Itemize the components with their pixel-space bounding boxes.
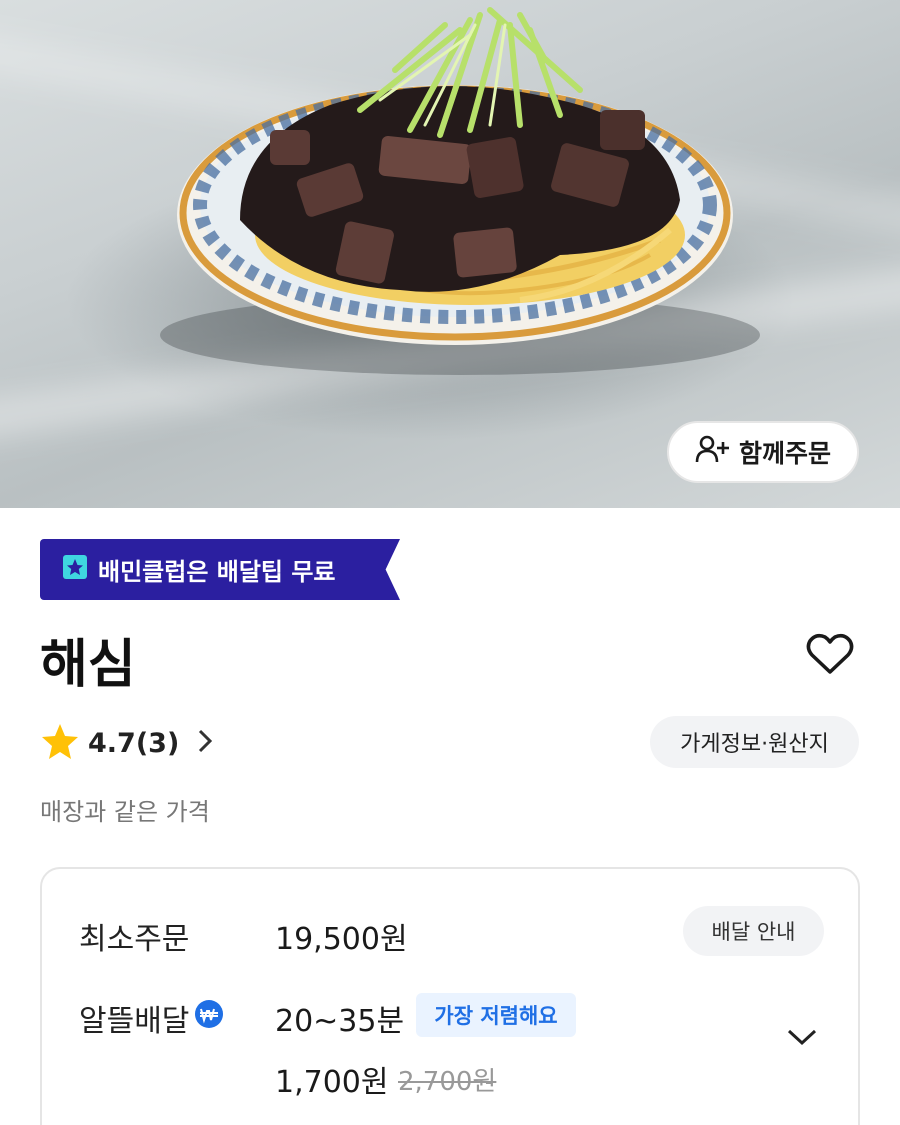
delivery-guide-button[interactable]: 배달 안내	[683, 906, 824, 956]
saver-delivery-time: 20~35분	[275, 1004, 405, 1039]
with-order-label: 함께주문	[738, 439, 831, 468]
hero-image: 함께주문	[0, 0, 900, 508]
won-coin-icon	[193, 998, 225, 1038]
baemin-club-icon	[62, 554, 88, 586]
original-delivery-fee: 2,700원	[398, 1067, 497, 1097]
with-order-button[interactable]: 함께주문	[667, 421, 859, 483]
min-order-value: 19,500원	[275, 922, 408, 957]
star-icon	[40, 721, 80, 765]
rating-value: 4.7(3)	[88, 727, 180, 759]
person-add-icon	[695, 434, 731, 470]
price-note: 매장과 같은 가격	[40, 798, 210, 826]
chevron-right-icon	[195, 727, 215, 759]
rating-link[interactable]: 4.7(3)	[40, 720, 215, 766]
store-name: 해심	[40, 635, 136, 695]
baemin-club-banner[interactable]: 배민클럽은 배달팁 무료	[40, 539, 400, 600]
heart-icon[interactable]	[804, 628, 856, 680]
store-info-button[interactable]: 가게정보·원산지	[650, 716, 859, 768]
chevron-down-icon[interactable]	[786, 1027, 818, 1051]
saver-delivery-fee: 1,700원	[275, 1065, 389, 1100]
club-banner-text: 배민클럽은 배달팁 무료	[98, 558, 336, 586]
min-order-label: 최소주문	[79, 922, 190, 957]
delivery-info-card: 최소주문 19,500원 배달 안내 알뜰배달 20~35분 가장 저렴해요 1…	[40, 867, 860, 1125]
saver-delivery-label: 알뜰배달	[79, 1004, 190, 1039]
saver-delivery-label-row: 알뜰배달	[79, 996, 225, 1040]
cheapest-badge: 가장 저렴해요	[416, 993, 576, 1037]
